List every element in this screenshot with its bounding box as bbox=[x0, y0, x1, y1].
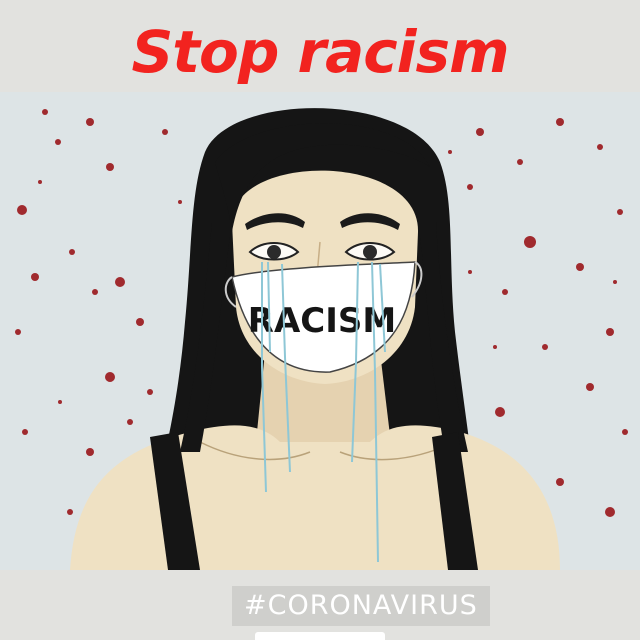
hashtag-sticker[interactable]: #CORONAVIRUS bbox=[232, 586, 490, 626]
headline-text: Stop racism bbox=[131, 18, 509, 86]
story-progress-bar bbox=[255, 632, 385, 640]
story-frame: Stop racism RACISM #CORONAVIRUS bbox=[0, 0, 640, 640]
illustration: RACISM bbox=[0, 92, 640, 570]
illustration-svg: RACISM bbox=[0, 92, 640, 570]
